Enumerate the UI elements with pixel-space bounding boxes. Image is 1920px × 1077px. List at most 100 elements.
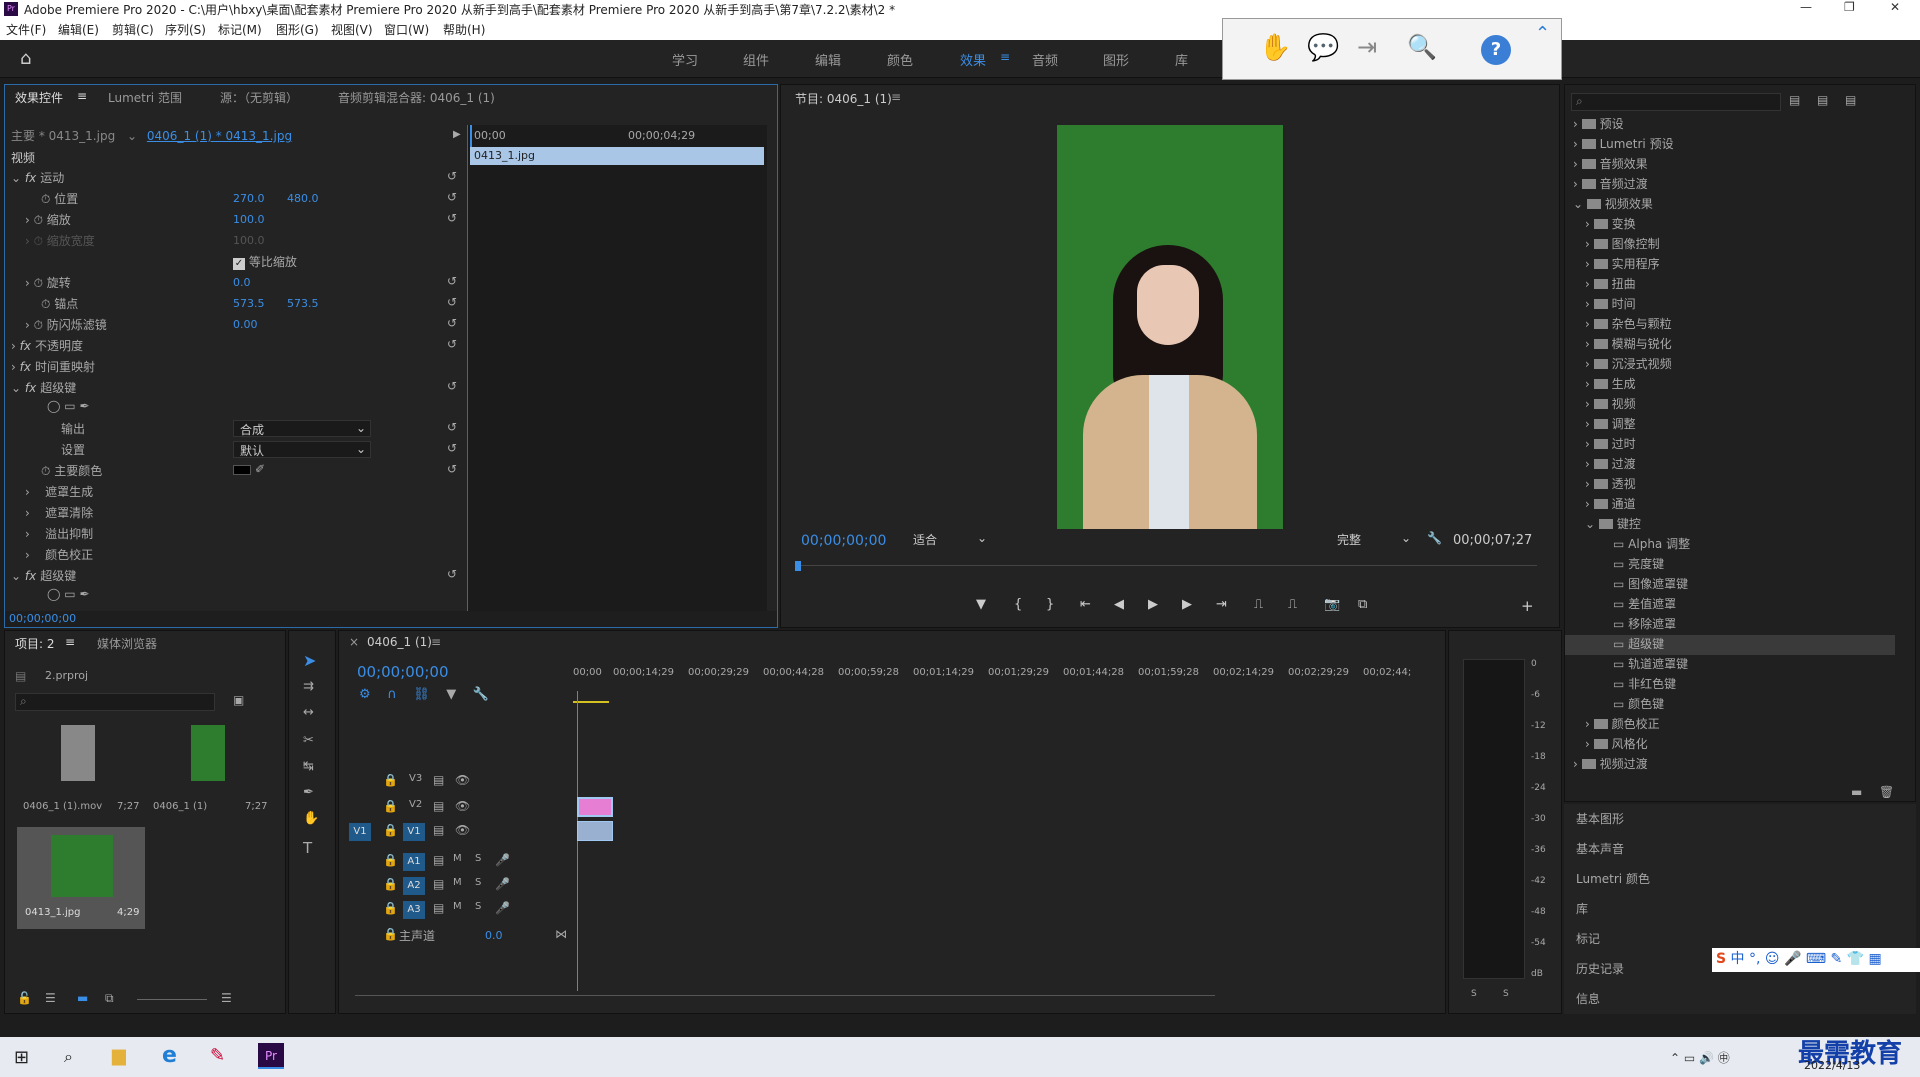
tree-item-adjust[interactable]: › 调整	[1585, 415, 1636, 435]
mark-out-icon[interactable]: }	[1046, 597, 1054, 612]
tree-item-transition[interactable]: › 过渡	[1585, 455, 1636, 475]
minimize-button[interactable]: —	[1800, 0, 1812, 14]
compare-icon[interactable]: ⧉	[1358, 597, 1367, 612]
output-select[interactable]: 合成 ⌄	[233, 420, 371, 437]
ripple-edit-tool-icon[interactable]: ↔	[303, 705, 314, 720]
time-remap-row[interactable]: › fx 时间重映射	[11, 358, 465, 378]
eye-icon[interactable]: 👁	[455, 799, 470, 813]
workspace-effects[interactable]: 效果	[960, 50, 986, 69]
tree-item-non-red-key[interactable]: ▭ 非红色键	[1613, 675, 1676, 695]
menu-marker[interactable]: 标记(M)	[218, 21, 262, 38]
tree-item-track-matte-key[interactable]: ▭ 轨道遮罩键	[1613, 655, 1688, 675]
ec-clip-bar[interactable]: 0413_1.jpg	[470, 147, 764, 165]
eyedropper-icon[interactable]: ✐	[255, 462, 265, 476]
sort-icon[interactable]: ☰	[221, 991, 232, 1005]
program-playhead[interactable]	[795, 561, 801, 571]
timeline-menu-icon[interactable]: ≡	[431, 635, 441, 649]
home-icon[interactable]: ⌂	[20, 48, 31, 69]
solo-left-button[interactable]: S	[1471, 989, 1477, 999]
tree-item-time[interactable]: › 时间	[1585, 295, 1636, 315]
linked-selection-icon[interactable]: ⛓	[413, 687, 430, 702]
eye-icon[interactable]: 👁	[455, 823, 470, 837]
menu-clip[interactable]: 剪辑(C)	[112, 21, 154, 38]
play-icon[interactable]: ▶	[1148, 597, 1158, 612]
trash-icon[interactable]: 🗑	[1879, 785, 1894, 799]
tree-item-difference-matte[interactable]: ▭ 差值遮罩	[1613, 595, 1676, 615]
nest-icon[interactable]: ⚙	[359, 687, 371, 702]
ultra-key-2-row[interactable]: ⌄ fx 超级键 ↺	[11, 567, 465, 587]
tree-item-audio-effects[interactable]: › 音频效果	[1573, 155, 1648, 175]
tree-item-generate[interactable]: › 生成	[1585, 375, 1636, 395]
restore-button[interactable]: ❐	[1844, 0, 1855, 14]
clip-v1[interactable]	[577, 821, 613, 841]
timeline-timecode[interactable]: 00;00;00;00	[357, 663, 449, 681]
file-explorer-icon[interactable]: ▆	[112, 1045, 126, 1066]
workspace-audio[interactable]: 音频	[1032, 50, 1058, 69]
menu-view[interactable]: 视图(V)	[331, 21, 373, 38]
fit-select[interactable]: 适合 ⌄	[907, 531, 987, 549]
menu-file[interactable]: 文件(F)	[6, 21, 46, 38]
program-scrubber[interactable]	[797, 565, 1537, 566]
workspace-graphics[interactable]: 图形	[1103, 50, 1129, 69]
tab-media-browser[interactable]: 媒体浏览器	[97, 635, 157, 652]
panel-history[interactable]: 历史记录	[1576, 960, 1624, 980]
quality-select[interactable]: 完整 ⌄	[1331, 531, 1411, 549]
timeline-ruler[interactable]: 00;00 00;00;14;29 00;00;29;29 00;00;44;2…	[571, 667, 1431, 687]
matte-gen-row[interactable]: › 遮罩生成	[25, 483, 93, 503]
premiere-taskbar-icon[interactable]: Pr	[258, 1043, 284, 1069]
tree-item-transform[interactable]: › 变换	[1585, 215, 1636, 235]
tab-source[interactable]: 源：（无剪辑）	[220, 89, 298, 106]
tree-item-color-key[interactable]: ▭ 颜色键	[1613, 695, 1664, 715]
close-button[interactable]: ✕	[1890, 0, 1900, 14]
track-target-v1[interactable]: V1	[403, 823, 425, 841]
step-back-icon[interactable]: ◀	[1114, 597, 1124, 612]
snap-icon[interactable]: ∩	[387, 687, 397, 702]
anchor-x[interactable]: 573.5	[233, 297, 265, 310]
tree-item-perspective[interactable]: › 透视	[1585, 475, 1636, 495]
lock-icon[interactable]: 🔓	[17, 991, 32, 1005]
marker-icon[interactable]: ▼	[446, 687, 456, 702]
menu-graphics[interactable]: 图形(G)	[276, 21, 319, 38]
tree-item-blur[interactable]: › 模糊与锐化	[1585, 335, 1672, 355]
tab-project[interactable]: 项目: 2	[15, 635, 55, 652]
tree-item-noise[interactable]: › 杂色与颗粒	[1585, 315, 1672, 335]
mark-in-icon[interactable]: {	[1014, 597, 1022, 612]
tree-item-image-matte-key[interactable]: ▭ 图像遮罩键	[1613, 575, 1688, 595]
ellipse-mask-icon[interactable]: ◯	[47, 399, 60, 413]
project-search-input[interactable]: ⌕	[15, 693, 215, 711]
sogou-icon[interactable]: S	[1716, 951, 1726, 967]
project-item-selected[interactable]: 0413_1.jpg 4;29	[17, 827, 145, 929]
collapse-up-icon[interactable]: ⌃	[1535, 23, 1550, 44]
workspace-learn[interactable]: 学习	[672, 50, 698, 69]
setting-select[interactable]: 默认 ⌄	[233, 441, 371, 458]
32bit-effects-icon[interactable]: ▤	[1817, 93, 1828, 107]
tab-effect-controls[interactable]: 效果控件	[15, 89, 63, 106]
panel-lumetri-color[interactable]: Lumetri 颜色	[1576, 870, 1650, 890]
rect-mask-icon[interactable]: ▭	[64, 399, 75, 413]
panel-libraries[interactable]: 库	[1576, 900, 1588, 920]
chevron-down-icon[interactable]: ⌄	[127, 129, 137, 143]
motion-row[interactable]: ⌄ fx 运动 ↺	[11, 169, 465, 189]
spill-row[interactable]: › 溢出抑制	[25, 525, 93, 545]
tree-item-color-correction[interactable]: › 颜色校正	[1585, 715, 1660, 735]
timeline-tab[interactable]: 0406_1 (1)	[367, 635, 432, 649]
step-forward-icon[interactable]: ▶	[1182, 597, 1192, 612]
track-select-tool-icon[interactable]: ⇉	[303, 679, 314, 694]
icon-view-icon[interactable]: ▬	[77, 991, 88, 1005]
tab-lumetri-scopes[interactable]: Lumetri 范围	[108, 89, 182, 106]
tree-item-ultra-key[interactable]: ▭ 超级键	[1565, 635, 1895, 655]
export-frame-icon[interactable]: 📷	[1324, 597, 1340, 612]
menu-sequence[interactable]: 序列(S)	[165, 21, 206, 38]
workspace-assembly[interactable]: 组件	[743, 50, 769, 69]
tray-icons[interactable]: ⌃ ▭ 🔊 ㊥	[1670, 1049, 1730, 1066]
panel-info[interactable]: 信息	[1576, 990, 1600, 1010]
matte-clean-row[interactable]: › 遮罩清除	[25, 504, 93, 524]
reset-icon[interactable]: ↺	[447, 169, 457, 183]
app-icon[interactable]: ✎	[210, 1045, 225, 1066]
key-color-swatch[interactable]	[233, 465, 251, 475]
timeline-close-icon[interactable]: ×	[349, 635, 359, 649]
comment-icon[interactable]: 💬	[1307, 33, 1339, 63]
type-tool-icon[interactable]: T	[303, 839, 312, 857]
tree-item-audio-transitions[interactable]: › 音频过渡	[1573, 175, 1648, 195]
panel-essential-graphics[interactable]: 基本图形	[1576, 810, 1624, 830]
